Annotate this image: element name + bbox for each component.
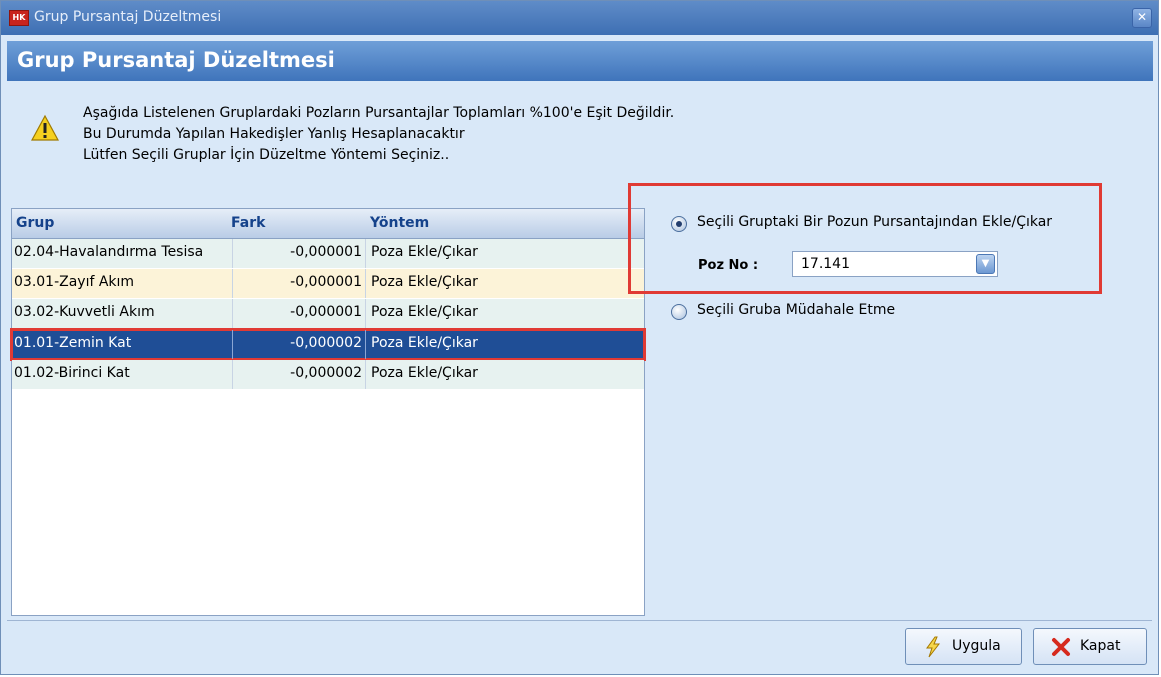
cell-yontem: Poza Ekle/Çıkar bbox=[371, 244, 478, 260]
poz-no-combobox[interactable]: 17.141 ▼ bbox=[792, 251, 998, 277]
warning-message: Aşağıda Listelenen Gruplardaki Pozların … bbox=[83, 103, 674, 166]
close-button[interactable]: Kapat bbox=[1033, 628, 1147, 665]
option-no-change-label[interactable]: Seçili Gruba Müdahale Etme bbox=[697, 302, 895, 318]
cell-grup: 01.02-Birinci Kat bbox=[14, 365, 130, 381]
header-band: Grup Pursantaj Düzeltmesi bbox=[7, 41, 1153, 81]
cell-grup: 01.01-Zemin Kat bbox=[14, 335, 132, 351]
radio-option-no-change[interactable] bbox=[671, 304, 687, 320]
red-x-icon bbox=[1052, 638, 1070, 656]
footer-divider bbox=[7, 620, 1152, 621]
close-icon: ✕ bbox=[1136, 10, 1148, 24]
cell-yontem: Poza Ekle/Çıkar bbox=[371, 274, 478, 290]
warning-line-2: Bu Durumda Yapılan Hakedişler Yanlış Hes… bbox=[83, 126, 465, 142]
lightning-icon bbox=[926, 636, 941, 658]
table-row-selected[interactable]: 01.01-Zemin Kat -0,000002 Poza Ekle/Çıka… bbox=[10, 328, 646, 361]
cell-yontem: Poza Ekle/Çıkar bbox=[371, 304, 478, 320]
table-row[interactable]: 02.04-Havalandırma Tesisa -0,000001 Poza… bbox=[12, 239, 644, 268]
close-button-label: Kapat bbox=[1080, 638, 1121, 654]
column-header-fark[interactable]: Fark bbox=[231, 215, 265, 231]
cell-fark: -0,000001 bbox=[290, 244, 362, 260]
cell-fark: -0,000002 bbox=[290, 335, 362, 351]
radio-option-adjust-poz[interactable] bbox=[671, 216, 687, 232]
app-icon: HK bbox=[9, 10, 29, 26]
page-title: Grup Pursantaj Düzeltmesi bbox=[17, 48, 335, 72]
column-header-yontem[interactable]: Yöntem bbox=[370, 215, 429, 231]
cell-fark: -0,000002 bbox=[290, 365, 362, 381]
cell-grup: 02.04-Havalandırma Tesisa bbox=[14, 244, 204, 260]
column-header-grup[interactable]: Grup bbox=[16, 215, 54, 231]
window-title: Grup Pursantaj Düzeltmesi bbox=[34, 9, 222, 25]
warning-line-3: Lütfen Seçili Gruplar İçin Düzeltme Yönt… bbox=[83, 147, 450, 163]
apply-button-label: Uygula bbox=[952, 638, 1001, 654]
cell-fark: -0,000001 bbox=[290, 274, 362, 290]
poz-no-label: Poz No : bbox=[698, 258, 759, 273]
table-row[interactable]: 03.02-Kuvvetli Akım -0,000001 Poza Ekle/… bbox=[12, 299, 644, 328]
table-header: Grup Fark Yöntem bbox=[12, 209, 644, 239]
warning-icon bbox=[31, 114, 59, 141]
highlight-box bbox=[628, 183, 1102, 294]
warning-line-1: Aşağıda Listelenen Gruplardaki Pozların … bbox=[83, 105, 675, 121]
cell-grup: 03.01-Zayıf Akım bbox=[14, 274, 135, 290]
title-bar[interactable]: HK Grup Pursantaj Düzeltmesi ✕ bbox=[1, 1, 1158, 35]
option-adjust-poz-label[interactable]: Seçili Gruptaki Bir Pozun Pursantajından… bbox=[697, 214, 1052, 230]
table-row[interactable]: 03.01-Zayıf Akım -0,000001 Poza Ekle/Çık… bbox=[12, 269, 644, 298]
cell-yontem: Poza Ekle/Çıkar bbox=[371, 335, 478, 351]
close-window-button[interactable]: ✕ bbox=[1132, 8, 1152, 28]
chevron-down-icon[interactable]: ▼ bbox=[976, 254, 995, 274]
groups-table[interactable]: Grup Fark Yöntem 02.04-Havalandırma Tesi… bbox=[10, 208, 646, 616]
cell-fark: -0,000001 bbox=[290, 304, 362, 320]
apply-button[interactable]: Uygula bbox=[905, 628, 1022, 665]
dialog-window: HK Grup Pursantaj Düzeltmesi ✕ Grup Purs… bbox=[0, 0, 1159, 675]
cell-yontem: Poza Ekle/Çıkar bbox=[371, 365, 478, 381]
table-row[interactable]: 01.02-Birinci Kat -0,000002 Poza Ekle/Çı… bbox=[12, 360, 644, 389]
cell-grup: 03.02-Kuvvetli Akım bbox=[14, 304, 155, 320]
poz-no-value: 17.141 bbox=[801, 256, 850, 272]
